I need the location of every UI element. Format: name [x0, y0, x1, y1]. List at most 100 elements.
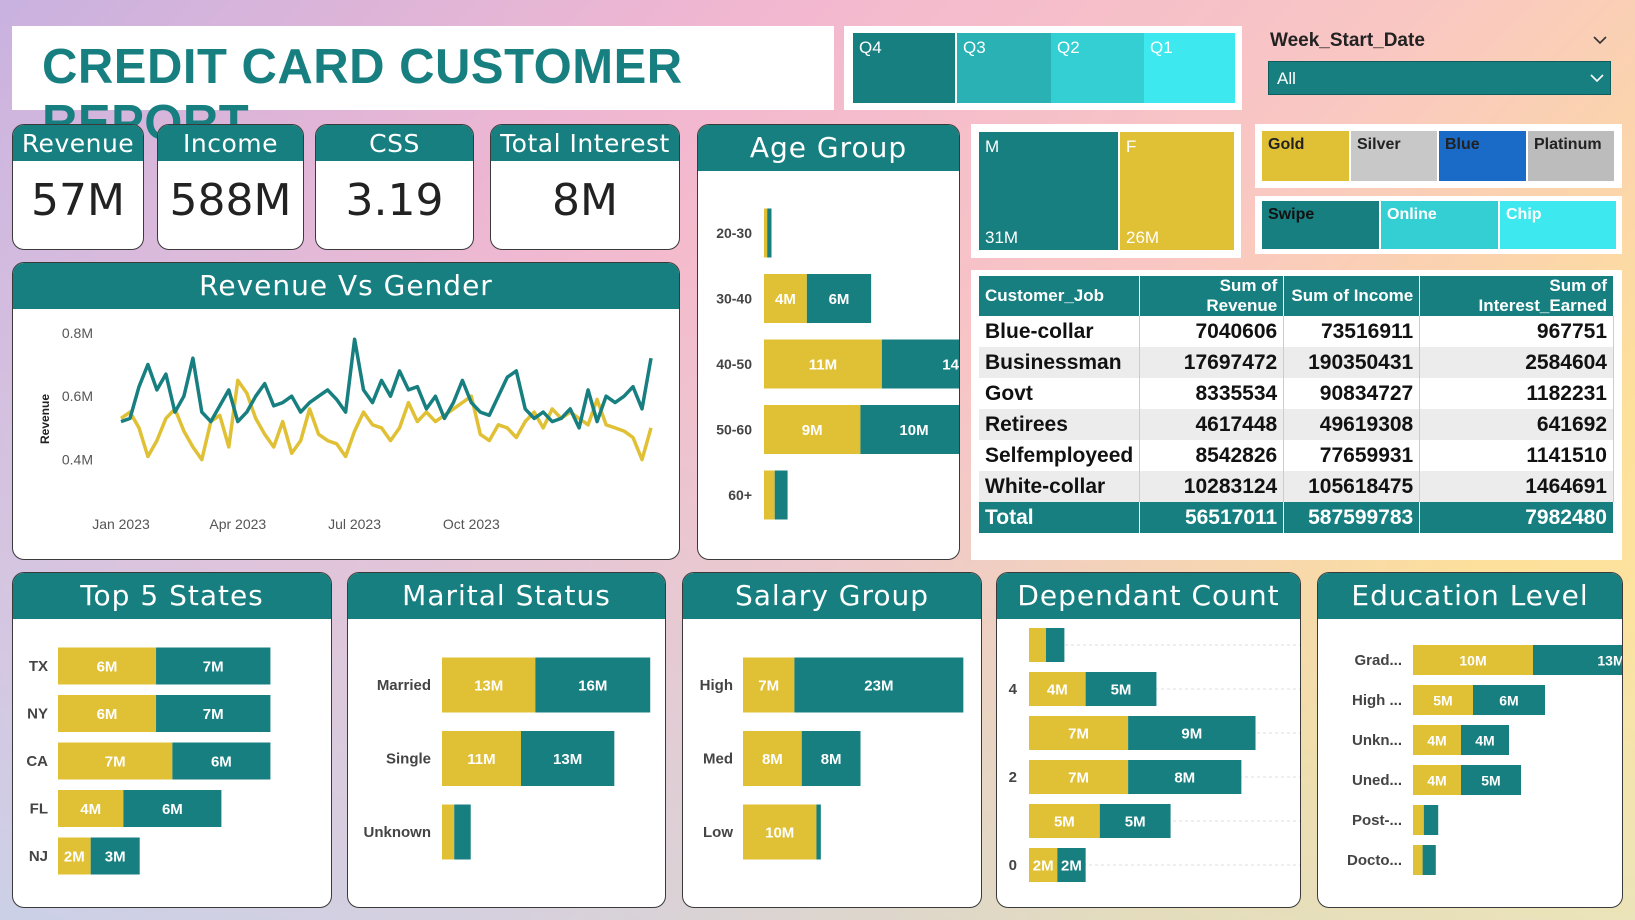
salary-group-panel: Salary Group High 7M 23M Med 8M 8M Low 10M	[682, 572, 982, 908]
gender-tile-f[interactable]: F 26M	[1120, 132, 1234, 250]
bar-segment	[1423, 805, 1439, 835]
kpi-card-revenue: Revenue 57M	[12, 124, 144, 250]
category-label: CA	[26, 753, 48, 770]
bar-segment	[764, 208, 768, 258]
card-category-platinum[interactable]: Platinum	[1528, 131, 1614, 181]
data-label: 6M	[211, 754, 232, 771]
use-chip-chip[interactable]: Chip	[1500, 201, 1616, 249]
kpi-label: CSS	[316, 125, 473, 161]
data-label: 13M	[1597, 653, 1623, 669]
quarter-tile-q3[interactable]: Q3	[957, 33, 1051, 103]
kpi-card-css: CSS 3.19	[315, 124, 474, 250]
data-label: 8M	[762, 751, 783, 768]
customer-job-table-box: Customer_Job Sum of Revenue Sum of Incom…	[971, 270, 1622, 560]
category-label: 2	[1009, 769, 1017, 786]
use-chip-swipe[interactable]: Swipe	[1262, 201, 1379, 249]
data-label: 6M	[162, 801, 183, 818]
kpi-label: Revenue	[13, 125, 143, 161]
data-label: 6M	[97, 659, 118, 676]
data-label: 7M	[1068, 726, 1089, 743]
category-label: Grad...	[1354, 652, 1402, 669]
category-label: Med	[703, 751, 733, 768]
category-label: High ...	[1352, 692, 1402, 709]
category-label: 0	[1009, 857, 1017, 874]
category-label: 40-50	[716, 356, 752, 372]
table-cell: 56517011	[1139, 502, 1285, 533]
table-cell: 587599783	[1283, 502, 1421, 533]
card-category-gold[interactable]: Gold	[1262, 131, 1349, 181]
bar-segment	[767, 208, 772, 258]
table-cell: Total	[979, 502, 1141, 533]
data-label: 2M	[1033, 858, 1054, 875]
bar-segment	[442, 804, 455, 860]
data-label: 5M	[1433, 693, 1452, 709]
column-header[interactable]: Sum of Interest_Earned	[1419, 276, 1614, 316]
bar-segment	[1413, 805, 1424, 835]
table-row: Retirees 4617448 49619308 641692	[979, 409, 1614, 440]
kpi-label: Income	[158, 125, 303, 161]
data-label: 7M	[203, 659, 224, 676]
table-cell: 77659931	[1283, 440, 1421, 471]
customer-job-table: Customer_Job Sum of Revenue Sum of Incom…	[979, 276, 1614, 533]
category-label: Unkn...	[1352, 732, 1402, 749]
column-header[interactable]: Sum of Revenue	[1139, 276, 1285, 316]
table-total-row: Total 56517011 587599783 7982480	[979, 502, 1614, 533]
category-label: 20-30	[716, 225, 752, 241]
table-cell: White-collar	[979, 471, 1141, 502]
revenue-vs-gender-chart: 0.8M 0.6M 0.4M Jan 2023 Apr 2023 Jul 2023 Oct …	[38, 325, 653, 532]
category-label: Unknown	[364, 824, 432, 841]
quarter-slicer: Q4 Q3 Q2 Q1	[844, 26, 1242, 110]
quarter-tile-q1[interactable]: Q1	[1144, 33, 1235, 103]
use-chip-online[interactable]: Online	[1381, 201, 1498, 249]
data-label: 6M	[1499, 693, 1518, 709]
week-filter-value: All	[1277, 69, 1296, 88]
card-category-silver[interactable]: Silver	[1351, 131, 1437, 181]
table-cell: 7982480	[1419, 502, 1614, 533]
category-label: Uned...	[1352, 772, 1402, 789]
x-tick-label: Jan 2023	[92, 516, 150, 532]
kpi-value: 588M	[169, 175, 292, 226]
marital-status-chart: Married 13M 16M Single 11M 13M Unknown	[364, 657, 651, 860]
data-label: 7M	[203, 706, 224, 723]
chart-title: Dependant Count	[997, 573, 1300, 619]
category-label: NJ	[29, 848, 48, 865]
category-label: TX	[29, 658, 48, 675]
column-header[interactable]: Sum of Income	[1283, 276, 1421, 316]
revenue-vs-gender-panel: Revenue Vs Gender 0.8M 0.6M 0.4M Jan 2023 Ap…	[12, 262, 680, 560]
data-label: 8M	[1174, 770, 1195, 787]
chart-title: Marital Status	[348, 573, 665, 619]
data-label: 6M	[97, 706, 118, 723]
quarter-tile-q2[interactable]: Q2	[1051, 33, 1144, 103]
table-cell: 8542826	[1139, 440, 1285, 471]
table-cell: 10283124	[1139, 471, 1285, 502]
bar-segment	[1045, 628, 1065, 662]
gender-tile-m[interactable]: M 31M	[979, 132, 1118, 250]
data-label: 5M	[1054, 814, 1075, 831]
data-label: 8M	[821, 751, 842, 768]
kpi-card-total-interest: Total Interest 8M	[490, 124, 680, 250]
kpi-label: Total Interest	[491, 125, 679, 161]
category-label: Post-...	[1352, 812, 1402, 829]
quarter-tile-q4[interactable]: Q4	[853, 33, 955, 103]
chevron-down-icon[interactable]	[1592, 34, 1608, 46]
week-filter-dropdown[interactable]: All	[1268, 61, 1611, 95]
chart-title: Age Group	[698, 125, 959, 171]
top-5-states-panel: Top 5 States TX 6M 7M NY 6M 7M CA 7M 6M FL 4M 6M NJ 2…	[12, 572, 332, 908]
y-axis-label: Revenue	[38, 394, 52, 444]
bar-segment	[454, 804, 471, 860]
table-cell: Govt	[979, 378, 1141, 409]
table-cell: 1141510	[1419, 440, 1614, 471]
card-category-blue[interactable]: Blue	[1439, 131, 1526, 181]
data-label: 7M	[1068, 770, 1089, 787]
data-label: 16M	[578, 678, 607, 695]
data-label: 10M	[1459, 653, 1486, 669]
table-cell: 90834727	[1283, 378, 1421, 409]
data-label: 10M	[765, 825, 794, 842]
column-header[interactable]: Customer_Job	[979, 276, 1141, 316]
chart-title: Education Level	[1318, 573, 1622, 619]
data-label: 13M	[553, 751, 582, 768]
data-label: 14M	[942, 357, 960, 374]
data-label: 2M	[1061, 858, 1082, 875]
table-cell: Selfemployeed	[979, 440, 1141, 471]
data-label: 4M	[1047, 682, 1068, 699]
